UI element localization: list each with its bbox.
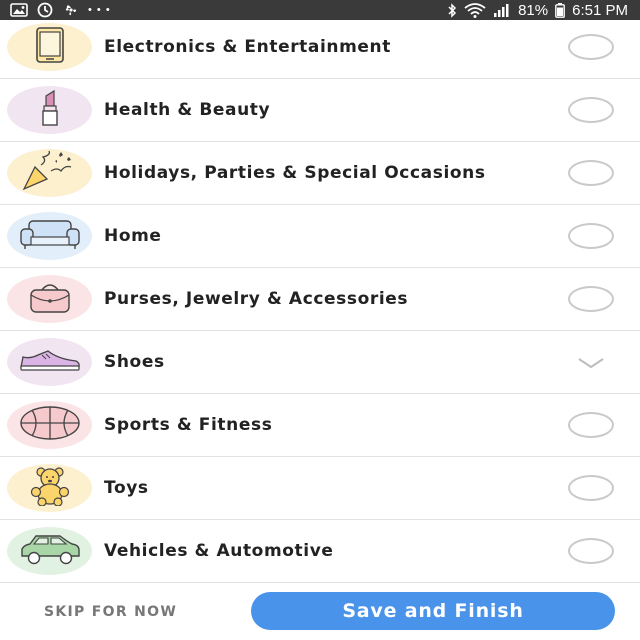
footer-bar: SKIP FOR NOW Save and Finish [0, 586, 640, 640]
select-radio[interactable] [568, 223, 614, 249]
battery-icon [555, 2, 566, 18]
category-row-holidays[interactable]: Holidays, Parties & Special Occasions [0, 142, 640, 205]
sneaker-icon [18, 347, 82, 377]
category-label: Toys [104, 478, 149, 498]
fan-icon [62, 2, 80, 18]
chevron-down-icon[interactable] [576, 355, 606, 369]
status-bar-right: 81% 6:51 PM [447, 2, 628, 19]
purse-icon [27, 279, 73, 319]
image-icon [10, 3, 28, 17]
sync-icon [36, 2, 54, 18]
wifi-icon [464, 2, 486, 18]
category-row-shoes[interactable]: Shoes [0, 331, 640, 394]
category-label: Purses, Jewelry & Accessories [104, 289, 409, 309]
category-list[interactable]: Electronics & Entertainment Health & Bea… [0, 20, 640, 586]
phone-icon [31, 25, 69, 69]
category-label: Home [104, 226, 162, 246]
select-radio[interactable] [568, 538, 614, 564]
select-radio[interactable] [568, 286, 614, 312]
party-popper-icon [21, 149, 79, 197]
category-label: Health & Beauty [104, 100, 271, 120]
signal-icon [493, 3, 511, 17]
category-bubble [7, 401, 92, 449]
select-radio[interactable] [568, 160, 614, 186]
category-row-electronics[interactable]: Electronics & Entertainment [0, 20, 640, 79]
overflow-dots: • • • [88, 4, 111, 16]
category-bubble [7, 275, 92, 323]
car-icon [18, 532, 82, 570]
category-bubble [7, 23, 92, 71]
category-label: Holidays, Parties & Special Occasions [104, 163, 486, 183]
category-row-home[interactable]: Home [0, 205, 640, 268]
category-label: Sports & Fitness [104, 415, 273, 435]
basketball-icon [18, 404, 82, 446]
category-label: Electronics & Entertainment [104, 37, 391, 57]
category-bubble [7, 212, 92, 260]
teddy-bear-icon [25, 466, 75, 510]
select-radio[interactable] [568, 97, 614, 123]
select-radio[interactable] [568, 34, 614, 60]
category-label: Vehicles & Automotive [104, 541, 334, 561]
clock: 6:51 PM [572, 1, 628, 19]
category-bubble [7, 86, 92, 134]
status-bar: • • • 81% 6:51 PM [0, 0, 640, 20]
category-row-toys[interactable]: Toys [0, 457, 640, 520]
category-bubble [7, 527, 92, 575]
category-label: Shoes [104, 352, 165, 372]
select-radio[interactable] [568, 475, 614, 501]
category-bubble [7, 149, 92, 197]
category-row-sports[interactable]: Sports & Fitness [0, 394, 640, 457]
category-bubble [7, 464, 92, 512]
category-row-purses[interactable]: Purses, Jewelry & Accessories [0, 268, 640, 331]
lipstick-icon [35, 88, 65, 132]
skip-button[interactable]: SKIP FOR NOW [44, 604, 177, 620]
save-and-finish-button[interactable]: Save and Finish [251, 592, 615, 630]
category-bubble [7, 338, 92, 386]
armchair-icon [17, 217, 83, 255]
category-row-vehicles[interactable]: Vehicles & Automotive [0, 520, 640, 583]
category-row-health-beauty[interactable]: Health & Beauty [0, 79, 640, 142]
battery-percent: 81% [518, 1, 549, 19]
select-radio[interactable] [568, 412, 614, 438]
bluetooth-icon [447, 2, 457, 18]
status-bar-left: • • • [10, 2, 111, 18]
